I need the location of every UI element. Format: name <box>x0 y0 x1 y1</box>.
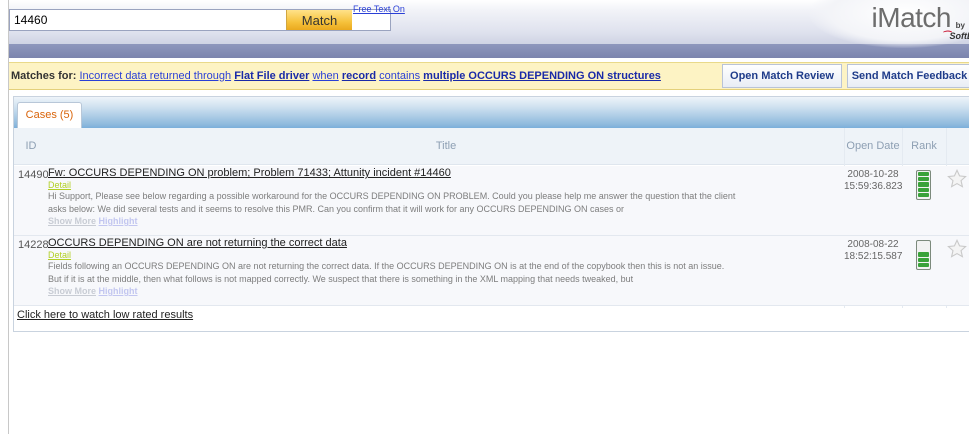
column-header-rank[interactable]: Rank <box>902 128 946 164</box>
table-header: ID Title Open Date Rank <box>14 128 969 165</box>
show-more-link[interactable]: Show More <box>48 216 96 226</box>
table-row: 14490 Fw: OCCURS DEPENDING ON problem; P… <box>14 166 969 236</box>
logo-brand-name: SoftLi <box>949 31 969 41</box>
matches-bar: Matches for: Incorrect data returned thr… <box>9 62 969 90</box>
star-icon[interactable] <box>946 238 968 260</box>
case-title-link[interactable]: OCCURS DEPENDING ON are not returning th… <box>48 237 838 249</box>
query-term[interactable]: contains <box>379 70 420 82</box>
search-input[interactable] <box>10 10 294 30</box>
rank-battery-icon <box>916 170 931 200</box>
rank-segment <box>918 257 929 262</box>
case-id: 14228 <box>18 239 49 251</box>
rank-segment <box>918 182 929 187</box>
highlight-link[interactable]: Highlight <box>99 286 138 296</box>
detail-link[interactable]: Detail <box>48 180 838 190</box>
case-snippet: Hi Support, Please see below regarding a… <box>48 191 736 214</box>
column-header-id[interactable]: ID <box>14 128 48 164</box>
rank-segment <box>918 242 929 246</box>
imatch-logo: iMatch by ⁀SoftLi <box>809 0 969 48</box>
tab-cases[interactable]: Cases (5) <box>17 102 82 128</box>
show-more-link[interactable]: Show More <box>48 286 96 296</box>
row-actions: Show More Highlight <box>48 216 838 227</box>
case-id: 14490 <box>18 169 49 181</box>
open-date-day: 2008-08-22 <box>847 239 899 250</box>
case-title-cell: Fw: OCCURS DEPENDING ON problem; Problem… <box>48 167 838 227</box>
highlight-link[interactable]: Highlight <box>99 216 138 226</box>
open-date-day: 2008-10-28 <box>847 169 899 180</box>
rank-segment <box>918 262 929 267</box>
rank-segment <box>918 171 929 177</box>
open-date-time: 18:52:15.587 <box>844 251 903 262</box>
open-match-review-button[interactable]: Open Match Review <box>722 64 842 88</box>
header-stripe <box>9 44 969 58</box>
rank-segment <box>918 247 929 251</box>
query-term[interactable]: record <box>342 70 376 82</box>
query-term[interactable]: multiple OCCURS DEPENDING ON structures <box>423 70 661 82</box>
send-match-feedback-button[interactable]: Send Match Feedback <box>847 64 969 88</box>
case-snippet: Fields following an OCCURS DEPENDING ON … <box>48 261 725 284</box>
open-date: 2008-10-28 15:59:36.823 <box>844 169 902 193</box>
column-header-favorite <box>946 128 969 164</box>
row-actions: Show More Highlight <box>48 286 838 297</box>
query-term[interactable]: when <box>312 70 338 82</box>
matches-query: Matches for: Incorrect data returned thr… <box>11 70 661 82</box>
matches-label: Matches for: <box>11 70 77 82</box>
query-term[interactable]: Incorrect data returned through <box>79 70 231 82</box>
table-row: 14228 OCCURS DEPENDING ON are not return… <box>14 236 969 306</box>
match-button[interactable]: Match <box>286 10 352 30</box>
rank-segment <box>918 187 929 192</box>
column-header-open-date[interactable]: Open Date <box>844 128 902 164</box>
softlink-mark-icon: ⁀ <box>942 31 950 41</box>
star-icon[interactable] <box>946 168 968 190</box>
detail-link[interactable]: Detail <box>48 250 838 260</box>
window-frame-edge <box>0 0 9 434</box>
case-title-link[interactable]: Fw: OCCURS DEPENDING ON problem; Problem… <box>48 167 838 179</box>
rank-segment <box>918 177 929 182</box>
logo-text: iMatch <box>871 2 952 33</box>
logo-by-text: by <box>955 21 965 30</box>
case-title-cell: OCCURS DEPENDING ON are not returning th… <box>48 237 838 297</box>
free-text-toggle-link[interactable]: Free Text On <box>353 4 405 14</box>
query-term[interactable]: Flat File driver <box>234 70 309 82</box>
rank-segment <box>918 192 929 197</box>
cases-panel: Cases (5) ID Title Open Date Rank 14490 … <box>13 96 969 332</box>
rank-segment <box>918 252 929 257</box>
top-header: Match Free Text On iMatch by ⁀SoftLi <box>9 0 969 58</box>
tab-bar: Cases (5) <box>14 97 969 128</box>
search-box: Match <box>9 9 391 31</box>
open-date: 2008-08-22 18:52:15.587 <box>844 239 902 263</box>
open-date-time: 15:59:36.823 <box>844 181 903 192</box>
rank-battery-icon <box>916 240 931 270</box>
column-header-title[interactable]: Title <box>48 128 844 164</box>
logo-brand-text: ⁀SoftLi <box>942 31 969 42</box>
low-rated-results-link[interactable]: Click here to watch low rated results <box>17 309 193 321</box>
